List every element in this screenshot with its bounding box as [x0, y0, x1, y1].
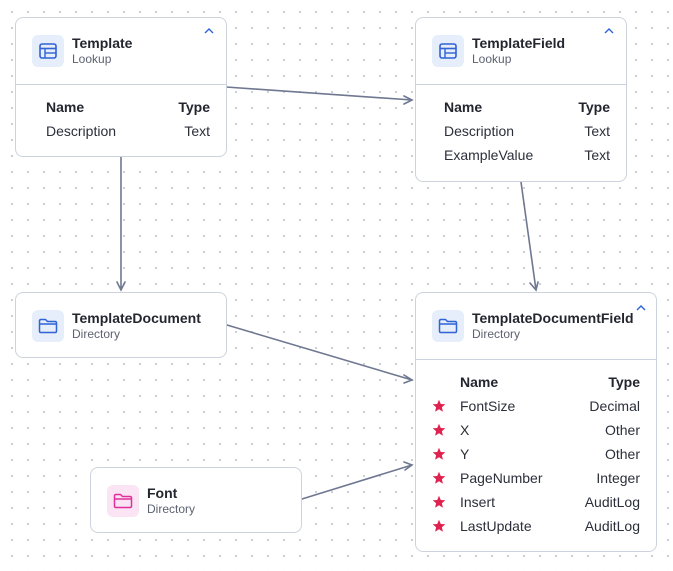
field-name: LastUpdate — [460, 518, 532, 534]
field-name: Y — [460, 446, 470, 462]
field-name: Description — [444, 123, 515, 139]
field-row[interactable]: Insert AuditLog — [432, 490, 640, 514]
entity-title: TemplateField — [472, 35, 566, 51]
field-row[interactable]: ExampleValue Text — [444, 143, 610, 167]
edge-template-templatefield — [225, 86, 414, 105]
field-row[interactable]: Y Other — [432, 442, 640, 466]
entity-subtitle: Lookup — [72, 52, 112, 66]
entity-font[interactable]: Font Directory — [90, 467, 302, 533]
field-name: Insert — [460, 494, 496, 510]
star-icon — [432, 399, 446, 412]
field-name: ExampleValue — [444, 147, 534, 163]
chevron-up-icon[interactable] — [634, 301, 648, 315]
field-row[interactable]: Description Text — [444, 119, 610, 143]
col-name-header: Name — [460, 374, 499, 390]
col-name-header: Name — [444, 99, 483, 115]
entity-title: Font — [147, 485, 178, 501]
edge-templatefield-templatedocumentfield — [520, 181, 539, 292]
field-name: Description — [46, 123, 117, 139]
col-type-header: Type — [608, 374, 640, 390]
field-type: Text — [184, 123, 210, 139]
field-type: AuditLog — [584, 494, 640, 510]
folder-icon — [432, 310, 464, 342]
star-icon — [432, 423, 446, 436]
chevron-up-icon[interactable] — [202, 24, 216, 38]
star-icon — [432, 519, 446, 532]
entity-template[interactable]: Template Lookup Name Type Description Te… — [15, 17, 227, 157]
chevron-up-icon[interactable] — [602, 24, 616, 38]
entity-title: Template — [72, 35, 133, 51]
col-type-header: Type — [578, 99, 610, 115]
col-type-header: Type — [178, 99, 210, 115]
table-icon — [432, 35, 464, 67]
entity-subtitle: Directory — [472, 327, 521, 341]
field-name: PageNumber — [460, 470, 543, 486]
folder-icon — [32, 310, 64, 342]
entity-title: TemplateDocument — [72, 310, 201, 326]
entity-subtitle: Directory — [147, 502, 196, 516]
field-row[interactable]: FontSize Decimal — [432, 394, 640, 418]
field-name: X — [460, 422, 470, 438]
col-name-header: Name — [46, 99, 85, 115]
entity-templatefield[interactable]: TemplateField Lookup Name Type Descripti… — [415, 17, 627, 182]
table-icon — [32, 35, 64, 67]
field-row[interactable]: LastUpdate AuditLog — [432, 514, 640, 538]
field-type: Integer — [596, 470, 640, 486]
fields-header: Name Type — [432, 370, 640, 394]
field-type: Other — [604, 422, 640, 438]
field-row[interactable]: PageNumber Integer — [432, 466, 640, 490]
field-row[interactable]: Description Text — [46, 119, 210, 143]
field-row[interactable]: X Other — [432, 418, 640, 442]
entity-subtitle: Lookup — [472, 52, 512, 66]
entity-templatedocumentfield[interactable]: TemplateDocumentField Directory Name Typ… — [415, 292, 657, 552]
edge-template-templatedocument — [116, 156, 126, 292]
field-type: AuditLog — [584, 518, 640, 534]
entity-templatedocument[interactable]: TemplateDocument Directory — [15, 292, 227, 358]
field-type: Other — [604, 446, 640, 462]
field-type: Text — [584, 123, 610, 139]
entity-title: TemplateDocumentField — [472, 310, 634, 326]
fields-header: Name Type — [46, 95, 210, 119]
folder-icon — [107, 485, 139, 517]
edge-templatedocument-templatedocumentfield — [226, 324, 414, 384]
field-name: FontSize — [460, 398, 516, 414]
fields-header: Name Type — [444, 95, 610, 119]
star-icon — [432, 471, 446, 484]
star-icon — [432, 495, 446, 508]
entity-subtitle: Directory — [72, 327, 121, 341]
field-type: Text — [584, 147, 610, 163]
edge-font-templatedocumentfield — [301, 461, 414, 500]
star-icon — [432, 447, 446, 460]
field-type: Decimal — [589, 398, 640, 414]
